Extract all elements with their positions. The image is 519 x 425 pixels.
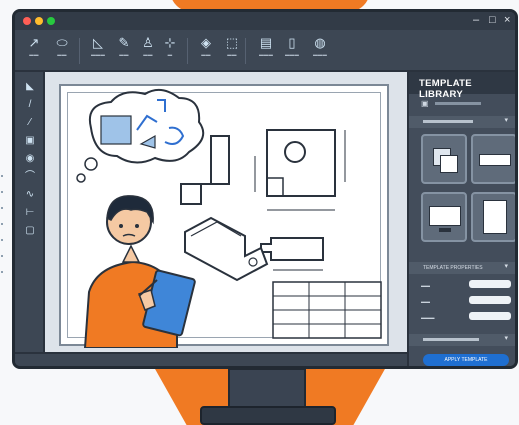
polyline-tool-icon[interactable]: ⁄ [19, 116, 41, 130]
illustration-stage: – □ × ↗ ▬▬ ⬭ ▬▬ ◺ ▬▬▬ ✎ ▬▬ ♙ ▬▬ ⊹ ▬ ◈ ▬▬ ⬚ ▬▬ ▤ ▬… [0, 0, 519, 425]
pen-icon: ↗ [28, 35, 40, 50]
plate-drawing [266, 129, 336, 197]
tool-button-measure[interactable]: ⊹ ▬ [155, 34, 185, 68]
tool-button-pen[interactable]: ↗ ▬▬ [19, 34, 49, 68]
technical-drawing [76, 88, 382, 348]
tool-button-document[interactable]: ▯ ▬▬▬ [277, 34, 307, 68]
line-tool-icon[interactable]: / [19, 98, 41, 112]
tool-button-cube[interactable]: ⬚ ▬▬ [217, 34, 247, 68]
idea-sketch [100, 115, 132, 145]
rectangle-tool-icon[interactable]: ▣ [19, 134, 41, 148]
status-bar [15, 352, 407, 366]
spline-tool-icon[interactable]: ∿ [19, 188, 41, 202]
maximize-button[interactable]: □ [489, 14, 496, 26]
left-toolbox: ◣ / ⁄ ▣ ◉ ⌒ ∿ ⊢ ▢ [15, 72, 45, 352]
actions-section-header: ▾ [409, 334, 515, 346]
cube-icon: ⬚ [225, 35, 239, 50]
collapse-icon[interactable]: ▾ [504, 116, 508, 124]
text-tool-icon[interactable]: ▢ [19, 224, 41, 238]
tool-button-globe[interactable]: ◍ ▬▬▬ [305, 34, 335, 68]
title-bar: – □ × [15, 12, 515, 30]
property-field[interactable] [469, 312, 511, 320]
panel-title: TEMPLATE LIBRARY [409, 72, 515, 100]
close-button[interactable]: × [504, 14, 510, 26]
globe-icon: ◍ [314, 35, 326, 50]
drawing-canvas-area[interactable] [45, 72, 407, 352]
circle-tool-icon[interactable]: ◉ [19, 152, 41, 166]
collapse-icon[interactable]: ▾ [504, 334, 508, 342]
minimize-button[interactable]: – [473, 14, 479, 26]
template-thumbnail-monitor[interactable] [421, 192, 467, 242]
monitor-stand-base [200, 406, 336, 425]
engineer-figure [83, 195, 196, 348]
dimension-tool-icon[interactable]: ⊢ [19, 206, 41, 220]
thought-bubble [76, 88, 205, 183]
apply-template-button[interactable]: APPLY TEMPLATE [423, 354, 509, 366]
close-dot[interactable] [23, 17, 31, 25]
zoom-dot[interactable] [47, 17, 55, 25]
properties-section-header: TEMPLATE PROPERTIES ▾ [409, 262, 515, 274]
templates-section-header: ▾ [409, 116, 515, 128]
hole-circle [284, 141, 306, 163]
bottom-part-drawing [260, 237, 324, 261]
monitor-screen: – □ × ↗ ▬▬ ⬭ ▬▬ ◺ ▬▬▬ ✎ ▬▬ ♙ ▬▬ ⊹ ▬ ◈ ▬▬ ⬚ ▬▬ ▤ ▬… [12, 9, 518, 369]
tool-button-ellipse[interactable]: ⬭ ▬▬ [47, 34, 77, 68]
measure-icon: ⊹ [164, 35, 176, 50]
main-toolbar: ↗ ▬▬ ⬭ ▬▬ ◺ ▬▬▬ ✎ ▬▬ ♙ ▬▬ ⊹ ▬ ◈ ▬▬ ⬚ ▬▬ ▤ ▬▬▬ ▯ ▬▬… [15, 30, 515, 72]
template-thumbnail-layers[interactable] [421, 134, 467, 184]
template-library-panel: TEMPLATE LIBRARY ▣ ▾ TEMPLATE PROPERTIES… [407, 72, 515, 366]
template-thumbnail-document[interactable] [471, 192, 515, 242]
property-field[interactable] [469, 296, 511, 304]
select-tool-icon[interactable]: ◣ [19, 80, 41, 94]
folder-icon[interactable]: ▣ [421, 99, 429, 108]
drawing-sheet [59, 84, 389, 348]
ellipse-icon: ⬭ [56, 35, 68, 50]
minimize-dot[interactable] [35, 17, 43, 25]
decorative-dots [1, 175, 5, 287]
document-icon: ▯ [288, 35, 296, 50]
properties-heading: TEMPLATE PROPERTIES [423, 265, 483, 271]
arc-tool-icon[interactable]: ⌒ [19, 170, 41, 184]
collapse-icon[interactable]: ▾ [504, 262, 508, 270]
template-thumbnail-board[interactable] [471, 134, 515, 184]
property-field[interactable] [469, 280, 511, 288]
